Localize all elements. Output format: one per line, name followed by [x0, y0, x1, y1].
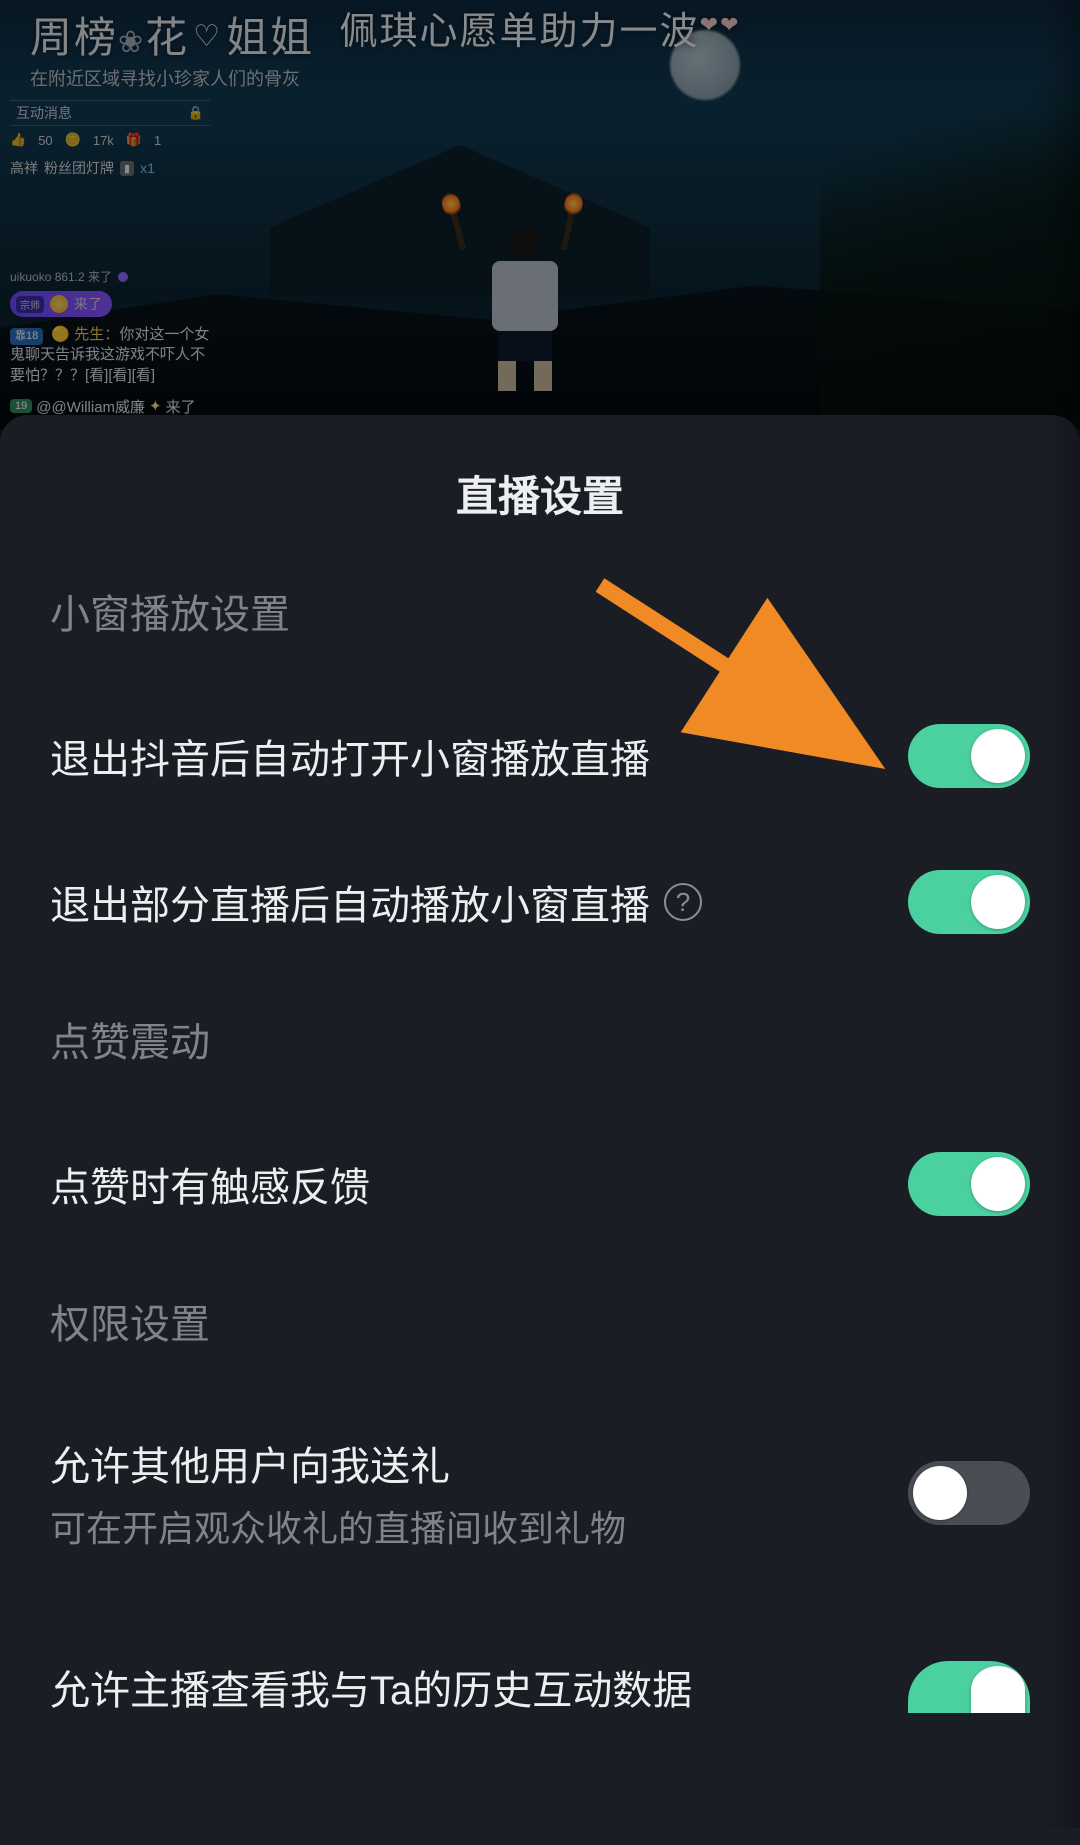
chat-message: 靠18 🟡 先生：你对这一个女鬼聊天告诉我这游戏不吓人不要怕？？？[看][看][…	[10, 325, 210, 386]
lock-icon: 🔒	[188, 105, 204, 121]
setting-label: 退出抖音后自动打开小窗播放直播	[50, 727, 650, 785]
level-badge: 19	[10, 399, 32, 413]
chat-username: 先生：	[74, 326, 119, 343]
game-character	[485, 225, 565, 390]
toggle-allow-gift[interactable]	[908, 1461, 1030, 1525]
section-like: 点赞震动	[50, 1010, 1030, 1068]
hut-decor	[270, 145, 650, 295]
setting-allow-gift[interactable]: 允许其他用户向我送礼 可在开启观众收礼的直播间收到礼物	[50, 1408, 1030, 1579]
toggle-pip-exit-app[interactable]	[908, 724, 1030, 788]
toggle-allow-history[interactable]	[908, 1661, 1030, 1713]
sheet-title: 直播设置	[50, 415, 1030, 582]
enter-row: 19 @@William威廉 ✦ 来了	[10, 396, 210, 417]
gift-icon: 🎁	[126, 132, 142, 148]
rank-subtitle: 在附近区域寻找小珍家人们的骨灰	[30, 65, 314, 91]
foliage-decor	[820, 0, 1080, 430]
setting-allow-history[interactable]: 允许主播查看我与Ta的历史互动数据	[50, 1619, 1030, 1729]
help-icon[interactable]: ?	[664, 883, 702, 921]
fan-badge-row: 高祥 粉丝团灯牌 ▮ x1	[10, 158, 210, 178]
hearts-icon: ❤❤	[700, 12, 741, 38]
setting-label: 点赞时有触感反馈	[50, 1155, 370, 1213]
setting-desc: 可在开启观众收礼的直播间收到礼物	[50, 1506, 878, 1553]
setting-pip-exit-app[interactable]: 退出抖音后自动打开小窗播放直播	[50, 698, 1030, 814]
live-stream-background: 周榜❀花♡姐姐 在附近区域寻找小珍家人们的骨灰 佩琪心愿单助力一波❤❤ 互动消息…	[0, 0, 1080, 430]
setting-label: 允许主播查看我与Ta的历史互动数据	[50, 1658, 692, 1716]
enter-pill: 宗师 来了	[10, 291, 112, 317]
section-perm: 权限设置	[50, 1292, 1030, 1350]
toggle-like-haptic[interactable]	[908, 1152, 1030, 1216]
level-badge: 靠18	[10, 328, 43, 345]
setting-pip-exit-room[interactable]: 退出部分直播后自动播放小窗直播 ?	[50, 844, 1030, 960]
coin-emoji-icon	[50, 295, 68, 313]
toggle-pip-exit-room[interactable]	[908, 870, 1030, 934]
badge-chip: ▮	[120, 161, 134, 176]
stream-banner: 佩琪心愿单助力一波❤❤	[0, 0, 1080, 55]
live-settings-sheet: 直播设置 小窗播放设置 退出抖音后自动打开小窗播放直播 退出部分直播后自动播放小…	[0, 415, 1080, 1845]
section-pip: 小窗播放设置	[50, 582, 1030, 640]
chat-column: 互动消息 🔒 👍50 🪙17k 🎁1 高祥 粉丝团灯牌 ▮ x1 uikuoko…	[10, 100, 210, 417]
setting-label: 退出部分直播后自动播放小窗直播	[50, 873, 650, 931]
bean-icon: 🟡	[51, 326, 70, 343]
enter-micro-label: uikuoko 861.2 来了	[10, 268, 210, 285]
setting-label: 允许其他用户向我送礼	[50, 1434, 450, 1492]
chat-header: 互动消息 🔒	[10, 100, 210, 126]
chat-stats: 👍50 🪙17k 🎁1	[10, 132, 210, 148]
level-badge: 宗师	[16, 296, 44, 313]
spark-icon: ✦	[149, 397, 162, 415]
setting-like-haptic[interactable]: 点赞时有触感反馈	[50, 1126, 1030, 1242]
dot-icon	[118, 272, 128, 282]
coin-icon: 🪙	[65, 132, 81, 148]
thumb-icon: 👍	[10, 132, 26, 148]
